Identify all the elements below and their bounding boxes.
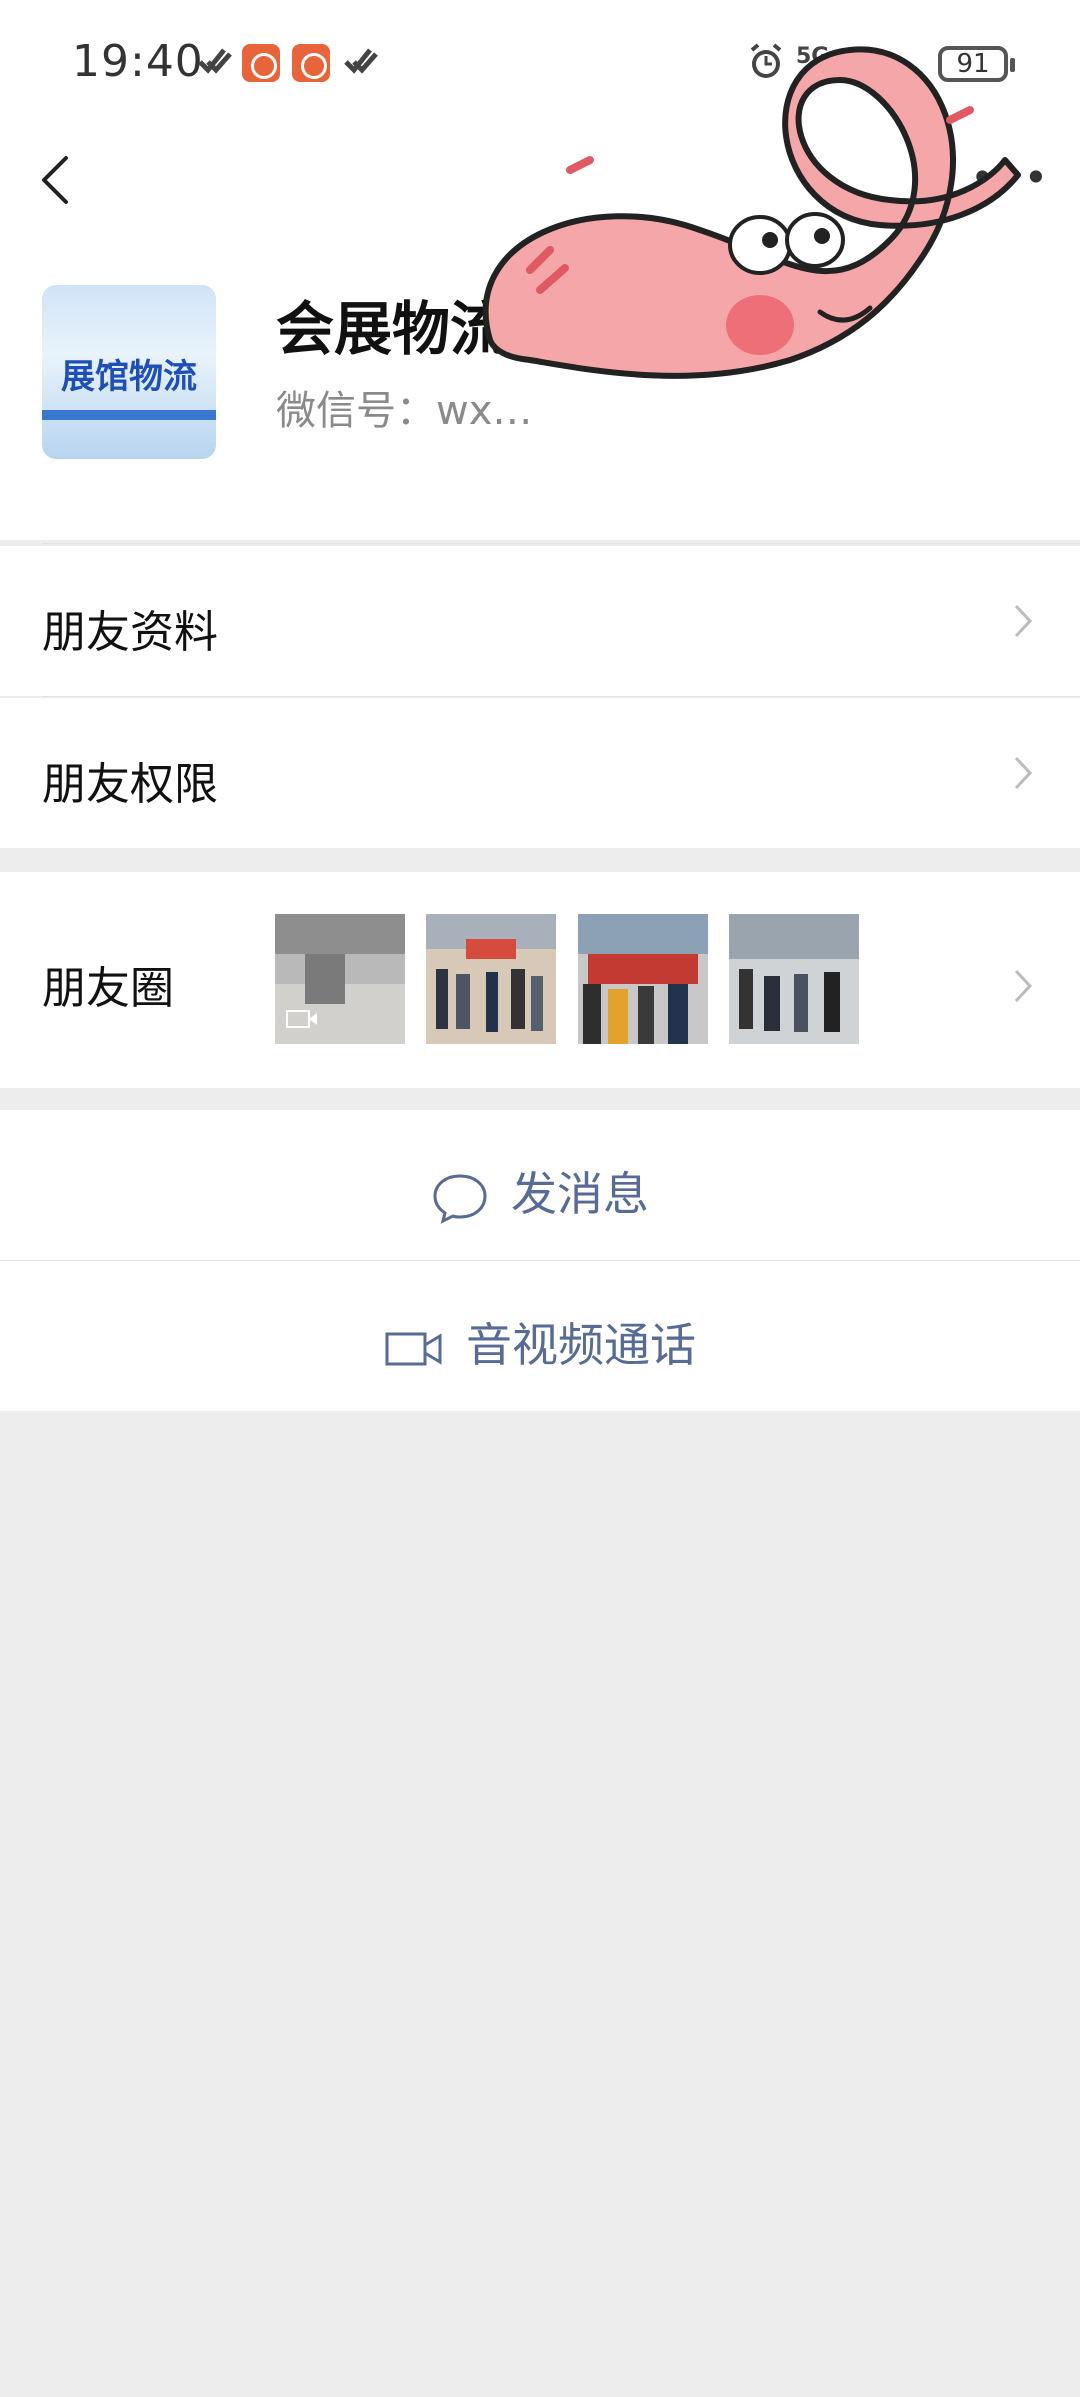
friend-permissions-row[interactable]: 朋友权限 — [0, 698, 1080, 848]
signal-app-icon — [198, 48, 232, 74]
moments-thumbnail — [729, 914, 859, 1044]
avatar-text: 展馆物流 — [61, 357, 197, 397]
signal-app-icon-2 — [344, 48, 378, 74]
send-message-button[interactable]: 发消息 — [0, 1110, 1080, 1260]
moments-label: 朋友圈 — [42, 963, 174, 1014]
video-camera-icon — [385, 1332, 442, 1365]
avatar-stripe — [42, 410, 216, 420]
friend-info-label: 朋友资料 — [42, 607, 218, 658]
status-time: 19:40 — [72, 36, 204, 87]
kuaishou-app-icon-2 — [292, 44, 330, 82]
back-arrow-icon[interactable] — [36, 150, 76, 210]
divider — [42, 696, 1080, 697]
av-call-button[interactable]: 音视频通话 — [0, 1261, 1080, 1411]
moments-thumbnail — [578, 914, 708, 1044]
moments-thumbnail — [426, 914, 556, 1044]
kuaishou-app-icon — [242, 44, 280, 82]
friend-info-row[interactable]: 朋友资料 — [0, 546, 1080, 696]
moments-row[interactable]: 朋友圈 — [0, 872, 1080, 1088]
av-call-label: 音视频通话 — [466, 1318, 696, 1372]
worm-sticker — [482, 46, 1021, 379]
chevron-right-icon — [1014, 604, 1033, 638]
avatar[interactable]: 展馆物流 — [42, 285, 216, 459]
moments-thumbnail-video — [275, 914, 405, 1044]
divider — [42, 543, 1080, 544]
send-message-label: 发消息 — [511, 1167, 649, 1221]
chevron-right-icon — [1014, 756, 1033, 790]
chat-bubble-icon — [433, 1173, 487, 1224]
chevron-right-icon — [1014, 969, 1033, 1003]
friend-permissions-label: 朋友权限 — [42, 759, 218, 810]
